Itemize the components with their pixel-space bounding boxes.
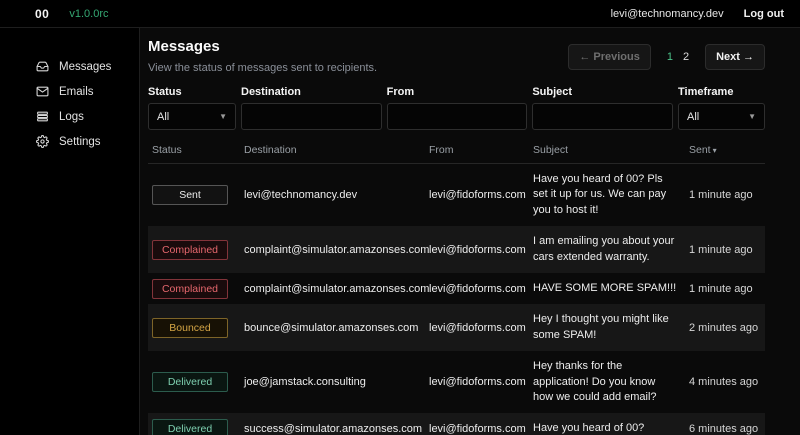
logs-icon xyxy=(36,110,49,123)
sidebar-item-emails[interactable]: Emails xyxy=(0,79,139,104)
cell-destination: complaint@simulator.amazonses.com xyxy=(244,244,429,256)
timeframe-filter-label: Timeframe xyxy=(678,86,765,98)
sidebar-item-messages[interactable]: Messages xyxy=(0,54,139,79)
sidebar: Messages Emails Logs Settings xyxy=(0,28,140,435)
table-row[interactable]: Complained complaint@simulator.amazonses… xyxy=(148,273,765,304)
status-badge: Complained xyxy=(152,240,228,260)
sidebar-item-label: Emails xyxy=(59,86,94,98)
cell-subject: Hey thanks for the application! Do you k… xyxy=(533,355,689,409)
header-subject: Subject xyxy=(533,144,689,156)
cell-sent: 1 minute ago xyxy=(689,244,765,256)
status-badge: Sent xyxy=(152,185,228,205)
messages-table: Status Destination From Subject Sent▾ Se… xyxy=(148,144,765,435)
user-email: levi@technomancy.dev xyxy=(611,8,724,20)
chevron-down-icon: ▼ xyxy=(219,112,227,121)
page-number-2[interactable]: 2 xyxy=(683,51,689,63)
cell-status: Delivered xyxy=(152,372,244,392)
cell-from: levi@fidoforms.com xyxy=(429,322,533,334)
cell-status: Complained xyxy=(152,279,244,299)
header-destination: Destination xyxy=(244,144,429,156)
cell-from: levi@fidoforms.com xyxy=(429,283,533,295)
cell-sent: 1 minute ago xyxy=(689,283,765,295)
cell-subject: Hey I thought you might like some SPAM! xyxy=(533,308,689,347)
version-label: v1.0.0rc xyxy=(69,8,108,20)
table-row[interactable]: Bounced bounce@simulator.amazonses.com l… xyxy=(148,304,765,351)
table-row[interactable]: Complained complaint@simulator.amazonses… xyxy=(148,226,765,273)
cell-sent: 2 minutes ago xyxy=(689,322,765,334)
status-filter-label: Status xyxy=(148,86,236,98)
from-filter-input[interactable] xyxy=(387,103,528,130)
from-filter-label: From xyxy=(387,86,528,98)
cell-sent: 6 minutes ago xyxy=(689,423,765,435)
status-badge: Bounced xyxy=(152,318,228,338)
cell-status: Complained xyxy=(152,240,244,260)
subject-filter-label: Subject xyxy=(532,86,673,98)
sidebar-item-logs[interactable]: Logs xyxy=(0,104,139,129)
destination-filter-input[interactable] xyxy=(241,103,382,130)
page-number-1[interactable]: 1 xyxy=(667,51,673,63)
sort-icon: ▾ xyxy=(713,146,717,155)
cell-subject: HAVE SOME MORE SPAM!!! xyxy=(533,277,689,300)
app-logo: 00 xyxy=(35,7,49,21)
cell-destination: joe@jamstack.consulting xyxy=(244,376,429,388)
cell-destination: success@simulator.amazonses.com xyxy=(244,423,429,435)
table-header-row: Status Destination From Subject Sent▾ xyxy=(148,144,765,164)
header-status: Status xyxy=(152,144,244,156)
header-sent-sort[interactable]: Sent▾ xyxy=(689,144,765,156)
page-title: Messages xyxy=(148,38,377,55)
gear-icon xyxy=(36,135,49,148)
cell-subject: Have you heard of 00? Pls set it up for … xyxy=(533,168,689,222)
timeframe-filter-select[interactable]: All ▼ xyxy=(678,103,765,130)
cell-from: levi@fidoforms.com xyxy=(429,189,533,201)
cell-sent: 4 minutes ago xyxy=(689,376,765,388)
top-bar: 00 v1.0.0rc levi@technomancy.dev Log out xyxy=(0,0,800,28)
logout-button[interactable]: Log out xyxy=(744,8,784,20)
subject-filter-input[interactable] xyxy=(532,103,673,130)
status-badge: Complained xyxy=(152,279,228,299)
sidebar-item-settings[interactable]: Settings xyxy=(0,129,139,154)
table-body: Sent levi@technomancy.dev levi@fidoforms… xyxy=(148,164,765,435)
table-row[interactable]: Delivered success@simulator.amazonses.co… xyxy=(148,413,765,435)
cell-from: levi@fidoforms.com xyxy=(429,423,533,435)
inbox-icon xyxy=(36,60,49,73)
status-filter-select[interactable]: All ▼ xyxy=(148,103,236,130)
status-badge: Delivered xyxy=(152,419,228,435)
table-row[interactable]: Delivered joe@jamstack.consulting levi@f… xyxy=(148,351,765,413)
cell-status: Delivered xyxy=(152,419,244,435)
previous-page-button[interactable]: ← Previous xyxy=(568,44,651,70)
cell-from: levi@fidoforms.com xyxy=(429,376,533,388)
cell-subject: I am emailing you about your cars extend… xyxy=(533,230,689,269)
next-page-button[interactable]: Next → xyxy=(705,44,765,70)
cell-destination: complaint@simulator.amazonses.com xyxy=(244,283,429,295)
cell-destination: bounce@simulator.amazonses.com xyxy=(244,322,429,334)
envelope-icon xyxy=(36,85,49,98)
header-from: From xyxy=(429,144,533,156)
page-subtitle: View the status of messages sent to reci… xyxy=(148,62,377,74)
filters-bar: Status All ▼ Destination From Subject xyxy=(148,86,765,130)
app-window: 00 v1.0.0rc levi@technomancy.dev Log out… xyxy=(0,0,800,435)
cell-destination: levi@technomancy.dev xyxy=(244,189,429,201)
cell-sent: 1 minute ago xyxy=(689,189,765,201)
cell-status: Sent xyxy=(152,185,244,205)
table-row[interactable]: Sent levi@technomancy.dev levi@fidoforms… xyxy=(148,164,765,226)
cell-status: Bounced xyxy=(152,318,244,338)
destination-filter-label: Destination xyxy=(241,86,382,98)
main-content: Messages View the status of messages sen… xyxy=(140,28,800,435)
sidebar-item-label: Settings xyxy=(59,136,101,148)
cell-subject: Have you heard of 00? xyxy=(533,417,689,435)
sidebar-item-label: Logs xyxy=(59,111,84,123)
pagination: ← Previous 1 2 Next → xyxy=(568,44,765,70)
chevron-down-icon: ▼ xyxy=(748,112,756,121)
status-badge: Delivered xyxy=(152,372,228,392)
sidebar-item-label: Messages xyxy=(59,61,111,73)
cell-from: levi@fidoforms.com xyxy=(429,244,533,256)
topbar-right: levi@technomancy.dev Log out xyxy=(611,8,784,20)
